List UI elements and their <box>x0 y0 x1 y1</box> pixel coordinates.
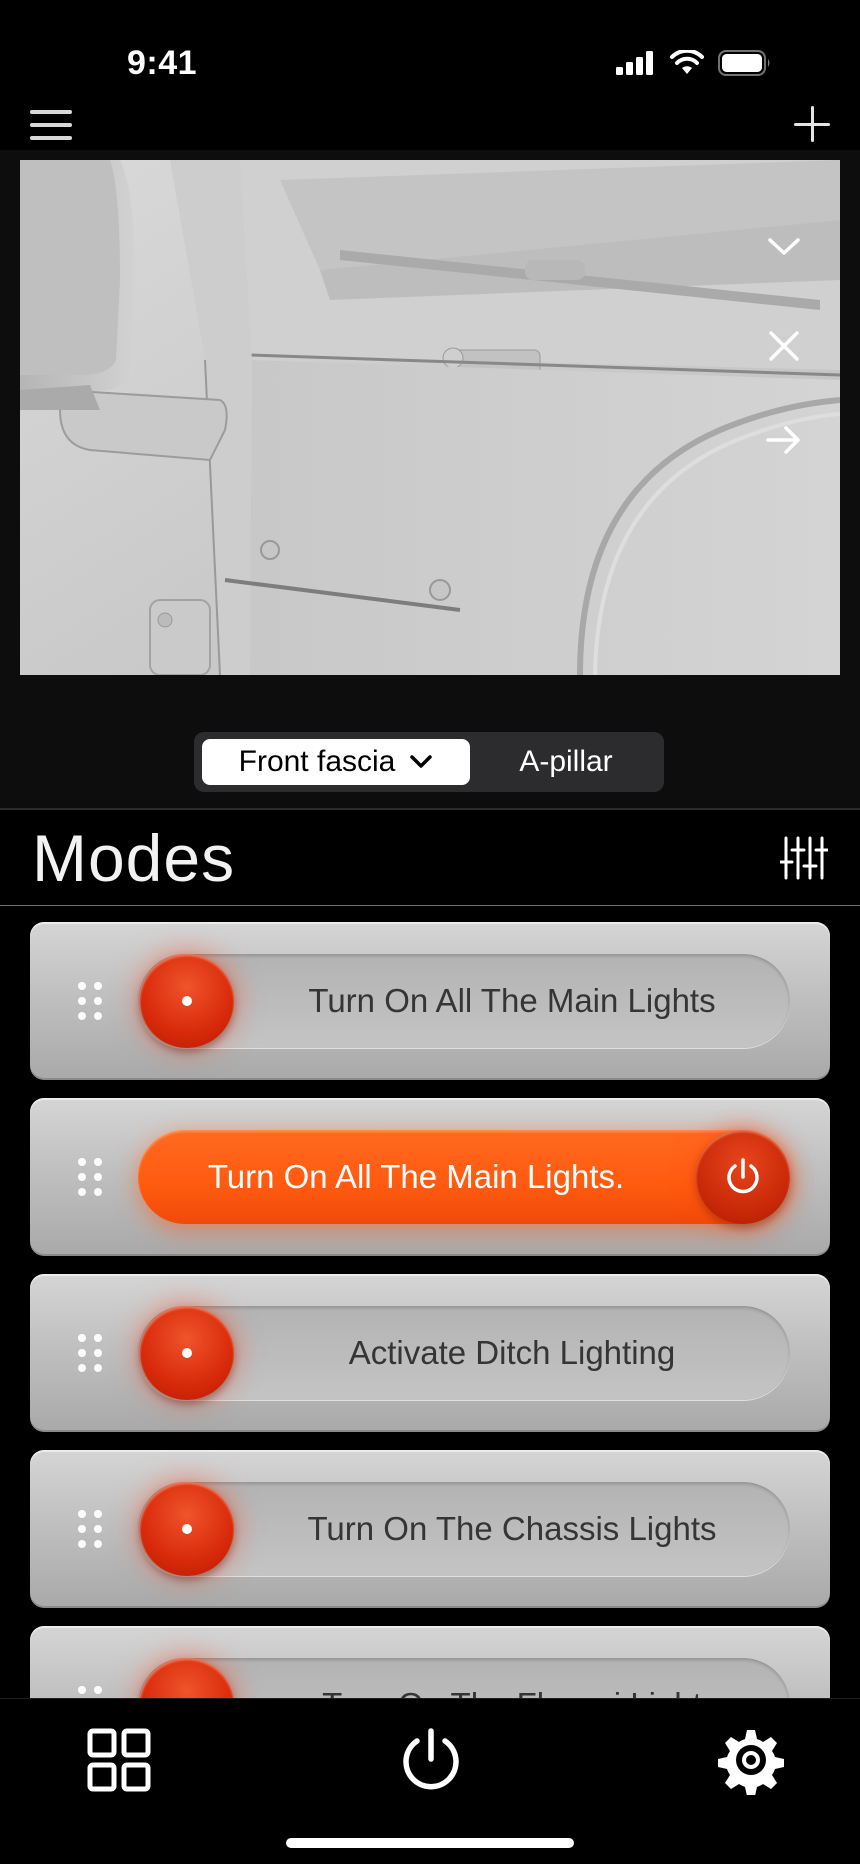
tab-front-fascia[interactable]: Front fascia <box>202 739 470 785</box>
page-title: Modes <box>32 821 236 895</box>
status-icons <box>616 50 772 76</box>
mode-card[interactable]: Turn On All The Main Lights <box>30 922 830 1080</box>
power-knob[interactable] <box>696 1130 790 1224</box>
top-nav-bar <box>0 100 860 150</box>
arrow-right-icon[interactable] <box>764 420 804 460</box>
drag-handle-icon[interactable] <box>78 1158 106 1196</box>
mode-label: Activate Ditch Lighting <box>348 1334 676 1371</box>
mode-label: Turn On The Fleasci Light <box>234 1658 790 1698</box>
home-indicator <box>286 1838 574 1848</box>
mode-label: Turn On The Chassis Lights <box>307 1510 717 1547</box>
status-bar: 9:41 <box>0 0 860 100</box>
drag-handle-icon[interactable] <box>78 1510 106 1548</box>
toggle-knob[interactable] <box>140 1658 234 1698</box>
power-icon <box>727 1158 759 1194</box>
sliders-icon[interactable] <box>780 836 828 880</box>
mode-toggle-active[interactable]: Turn On All The Main Lights. <box>138 1130 790 1224</box>
mode-label: Turn On All The Main Lights <box>308 982 716 1019</box>
mode-card[interactable]: Turn On All The Main Lights. <box>30 1098 830 1256</box>
drag-handle-icon[interactable] <box>78 1334 106 1372</box>
tab-label: Front fascia <box>238 745 396 778</box>
modes-header: Modes <box>0 808 860 906</box>
mode-toggle[interactable]: Turn On The Fleasci Light <box>138 1658 790 1698</box>
status-time: 9:41 <box>127 44 198 82</box>
gear-icon[interactable] <box>716 1725 786 1795</box>
mode-toggle[interactable]: Activate Ditch Lighting <box>138 1306 790 1400</box>
wifi-icon <box>670 50 704 74</box>
location-segmented-control: Front fascia A-pillar <box>194 732 664 792</box>
mode-label: Turn On All The Main Lights. <box>207 1158 625 1195</box>
drag-handle-icon[interactable] <box>78 1686 106 1698</box>
close-icon[interactable] <box>764 326 804 366</box>
chevron-down-icon <box>410 755 433 768</box>
vehicle-preview-panel: Front fascia A-pillar <box>0 150 860 810</box>
mode-card[interactable]: Turn On The Fleasci Light <box>30 1626 830 1698</box>
tab-label: A-pillar <box>519 745 613 778</box>
mode-toggle[interactable]: Turn On All The Main Lights <box>138 954 790 1048</box>
vehicle-render-image <box>20 160 840 675</box>
mode-card[interactable]: Turn On The Chassis Lights <box>30 1450 830 1608</box>
mode-toggle[interactable]: Turn On The Chassis Lights <box>138 1482 790 1576</box>
toggle-knob[interactable] <box>140 954 234 1048</box>
drag-handle-icon[interactable] <box>78 982 106 1020</box>
menu-button[interactable] <box>30 110 72 140</box>
power-icon[interactable] <box>396 1725 466 1795</box>
app-screen: 9:41 Front fascia A-pillar Modes Turn On… <box>0 0 860 1864</box>
tab-a-pillar[interactable]: A-pillar <box>476 739 656 785</box>
plus-icon[interactable] <box>794 106 830 142</box>
mode-list: Turn On All The Main Lights Turn On All … <box>0 906 860 1698</box>
chevron-down-icon[interactable] <box>764 226 804 266</box>
toggle-knob[interactable] <box>140 1306 234 1400</box>
toggle-knob[interactable] <box>140 1482 234 1576</box>
hamburger-icon <box>30 110 72 114</box>
grid-icon[interactable] <box>84 1725 154 1795</box>
battery-icon <box>718 50 770 76</box>
mode-card[interactable]: Activate Ditch Lighting <box>30 1274 830 1432</box>
bottom-tab-bar <box>0 1698 860 1864</box>
signal-icon <box>616 51 653 75</box>
